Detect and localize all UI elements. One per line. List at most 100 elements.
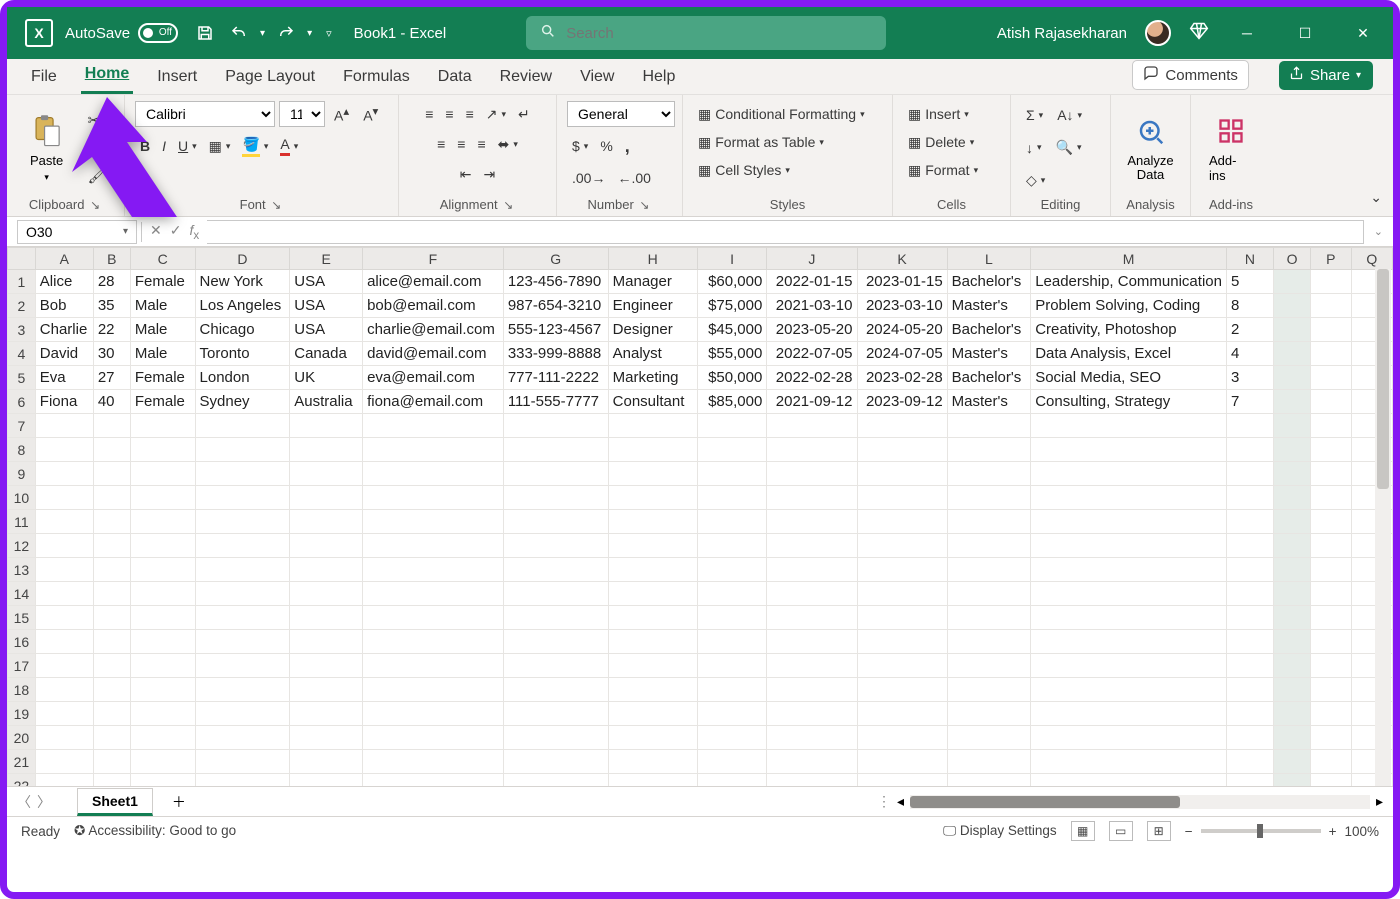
cell[interactable]: Leadership, Communication [1031,270,1227,294]
redo-icon[interactable] [273,20,299,46]
cell[interactable] [35,678,93,702]
zoom-level[interactable]: 100% [1344,824,1379,839]
cell[interactable] [1226,510,1273,534]
cell[interactable]: Toronto [195,342,290,366]
cell[interactable]: 2022-07-05 [767,342,857,366]
cell[interactable]: 28 [93,270,130,294]
cell[interactable] [697,678,767,702]
cell[interactable] [857,750,947,774]
cell[interactable]: 2022-02-28 [767,366,857,390]
cell[interactable]: 4 [1226,342,1273,366]
cell[interactable] [697,414,767,438]
number-format-select[interactable]: General [567,101,675,127]
cell[interactable]: 555-123-4567 [503,318,608,342]
row-header[interactable]: 19 [8,702,36,726]
row-header[interactable]: 10 [8,486,36,510]
cell[interactable] [1311,630,1351,654]
format-painter-button[interactable]: 🖌 [83,163,111,189]
undo-icon[interactable] [226,20,252,46]
cell[interactable] [195,702,290,726]
cell[interactable] [93,726,130,750]
row-header[interactable]: 21 [8,750,36,774]
cell[interactable] [130,462,195,486]
cell[interactable] [1311,318,1351,342]
cell[interactable]: 22 [93,318,130,342]
cell[interactable] [1274,774,1311,788]
cell[interactable] [1311,462,1351,486]
cell[interactable] [363,654,504,678]
sheet-nav-next-icon[interactable]: 〉 [37,792,51,812]
tab-help[interactable]: Help [638,62,679,94]
cell[interactable] [290,438,363,462]
cell[interactable] [1274,294,1311,318]
cell[interactable]: $50,000 [697,366,767,390]
display-settings-button[interactable]: 🖵 Display Settings [943,823,1057,839]
row-header[interactable]: 1 [8,270,36,294]
cell[interactable] [857,534,947,558]
format-as-table-button[interactable]: ▦Format as Table▾ [693,129,829,155]
qat-customize-icon[interactable]: ▿ [326,27,332,40]
cell[interactable] [290,558,363,582]
font-launcher-icon[interactable]: ↘ [269,198,283,212]
tab-page-layout[interactable]: Page Layout [221,62,319,94]
row-header[interactable]: 18 [8,678,36,702]
row-header[interactable]: 11 [8,510,36,534]
analyze-data-button[interactable]: Analyze Data [1119,110,1181,187]
cell[interactable] [767,606,857,630]
cell[interactable] [1274,750,1311,774]
cell[interactable] [767,630,857,654]
cell[interactable]: 2023-01-15 [857,270,947,294]
maximize-button[interactable]: ☐ [1285,13,1325,53]
cell[interactable] [1031,654,1227,678]
cell[interactable] [1311,486,1351,510]
cell[interactable] [1311,390,1351,414]
increase-font-button[interactable]: A▴ [329,101,354,127]
row-header[interactable]: 12 [8,534,36,558]
cell[interactable]: Chicago [195,318,290,342]
cell[interactable]: 3 [1226,366,1273,390]
save-icon[interactable] [192,20,218,46]
row-header[interactable]: 3 [8,318,36,342]
cell[interactable]: 35 [93,294,130,318]
cell[interactable]: 123-456-7890 [503,270,608,294]
zoom-out-button[interactable]: − [1185,824,1193,839]
cell[interactable]: 2024-07-05 [857,342,947,366]
cell[interactable] [857,582,947,606]
cell[interactable]: Australia [290,390,363,414]
scroll-right-icon[interactable]: ▸ [1376,793,1383,810]
cell[interactable] [1274,582,1311,606]
cell[interactable] [363,726,504,750]
cell[interactable]: Sydney [195,390,290,414]
cell[interactable]: Analyst [608,342,697,366]
tab-review[interactable]: Review [496,62,556,94]
find-select-button[interactable]: 🔍▾ [1051,135,1087,161]
cell[interactable] [290,510,363,534]
row-header[interactable]: 17 [8,654,36,678]
cell[interactable] [93,654,130,678]
cell[interactable]: Master's [947,390,1031,414]
cell[interactable] [1311,774,1351,788]
sheet-options-icon[interactable]: ⋮ [877,793,891,810]
decrease-decimal-button[interactable]: ←.00 [612,165,655,191]
column-header[interactable]: I [697,248,767,270]
cell[interactable]: Designer [608,318,697,342]
cell[interactable] [767,534,857,558]
user-avatar-icon[interactable] [1145,20,1171,46]
cell[interactable] [857,486,947,510]
cell[interactable]: UK [290,366,363,390]
cell[interactable] [767,510,857,534]
cell[interactable] [195,630,290,654]
cell[interactable] [290,582,363,606]
addins-button[interactable]: Add-ins [1201,109,1261,187]
cell[interactable] [857,510,947,534]
cell[interactable] [947,726,1031,750]
cell[interactable] [1311,342,1351,366]
cell[interactable] [195,654,290,678]
font-color-button[interactable]: A▾ [275,133,303,159]
cell[interactable]: 2023-03-10 [857,294,947,318]
cell[interactable] [608,510,697,534]
cell[interactable]: 5 [1226,270,1273,294]
cell[interactable]: 2022-01-15 [767,270,857,294]
cell[interactable] [1226,630,1273,654]
cell[interactable] [93,606,130,630]
